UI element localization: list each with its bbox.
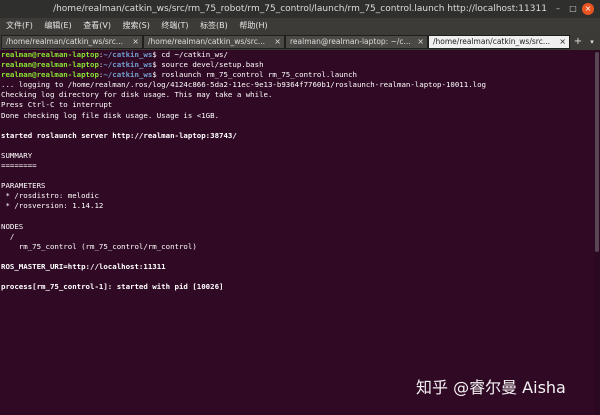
terminal-line: realman@realman-laptop:~/catkin_ws$ sour… (1, 60, 594, 70)
output-line: Done checking log file disk usage. Usage… (1, 110, 220, 120)
output-line: Press Ctrl-C to interrupt (1, 100, 113, 110)
terminal-scrollbar[interactable] (594, 50, 600, 415)
tab-label: /home/realman/catkin_ws/src... (148, 37, 265, 46)
tab-label: realman@realman-laptop: ~/c... (290, 37, 411, 46)
menu-help[interactable]: 帮助(H) (239, 18, 267, 34)
roslaunch-server-line: started roslaunch server http://realman-… (1, 130, 237, 140)
summary-heading: SUMMARY (1, 150, 33, 160)
summary-underline: ======== (1, 161, 37, 171)
tab-2[interactable]: /home/realman/catkin_ws/src... × (143, 35, 285, 49)
terminal-output[interactable]: realman@realman-laptop:~/catkin_ws$ cd ~… (0, 50, 594, 415)
tab-close-icon[interactable]: × (274, 36, 281, 48)
tab-bar: /home/realman/catkin_ws/src... × /home/r… (0, 34, 600, 50)
parameter-rosversion: * /rosversion: 1.14.12 (1, 201, 104, 211)
window-title: /home/realman/catkin_ws/src/rm_75_robot/… (53, 4, 547, 14)
parameter-rosdistro: * /rosdistro: melodic (1, 191, 99, 201)
menu-view[interactable]: 查看(V) (83, 18, 111, 34)
command-text: $ roslaunch rm_75_control rm_75_control.… (152, 70, 357, 80)
minimize-button[interactable]: – (552, 3, 564, 15)
prompt-path: ~/catkin_ws (103, 50, 153, 59)
terminal-line: realman@realman-laptop:~/catkin_ws$ cd ~… (1, 50, 594, 60)
maximize-button[interactable]: □ (567, 3, 579, 15)
tab-close-icon[interactable]: × (132, 36, 139, 48)
tab-4-active[interactable]: /home/realman/catkin_ws/src... × (428, 35, 570, 49)
log-path-line: ... logging to /home/realman/.ros/log/41… (1, 80, 486, 90)
menu-tabs[interactable]: 标签(B) (200, 18, 228, 34)
close-button[interactable]: × (582, 3, 594, 15)
title-bar: /home/realman/catkin_ws/src/rm_75_robot/… (0, 0, 600, 18)
menu-terminal[interactable]: 终端(T) (161, 18, 188, 34)
prompt-path: ~/catkin_ws (103, 70, 153, 80)
tab-list-chevron-down-icon[interactable]: ▾ (586, 35, 598, 49)
terminal-line: realman@realman-laptop:~/catkin_ws$ rosl… (1, 70, 594, 80)
terminal-window: /home/realman/catkin_ws/src/rm_75_robot/… (0, 0, 600, 415)
parameters-heading: PARAMETERS (1, 181, 46, 191)
prompt-user: realman@realman-laptop (1, 60, 99, 70)
menu-bar: 文件(F) 编辑(E) 查看(V) 搜索(S) 终端(T) 标签(B) 帮助(H… (0, 18, 600, 34)
tab-1[interactable]: /home/realman/catkin_ws/src... × (1, 35, 143, 49)
new-tab-plus-icon[interactable]: + (572, 35, 584, 49)
scrollbar-thumb[interactable] (595, 52, 599, 252)
command-text: $ cd ~/catkin_ws/ (152, 50, 228, 59)
tab-label: /home/realman/catkin_ws/src... (6, 37, 123, 46)
tab-close-icon[interactable]: × (417, 36, 424, 48)
menu-search[interactable]: 搜索(S) (123, 18, 150, 34)
tab-close-icon[interactable]: × (559, 36, 566, 48)
output-line: Checking log directory for disk usage. T… (1, 90, 273, 100)
menu-edit[interactable]: 编辑(E) (44, 18, 71, 34)
prompt-user: realman@realman-laptop (1, 70, 99, 80)
ros-master-uri-line: ROS_MASTER_URI=http://localhost:11311 (1, 261, 166, 271)
command-text: $ source devel/setup.bash (152, 60, 264, 70)
node-entry: rm_75_control (rm_75_control/rm_control) (1, 241, 197, 251)
prompt-path: ~/catkin_ws (103, 60, 153, 70)
nodes-heading: NODES (1, 221, 24, 231)
tab-3[interactable]: realman@realman-laptop: ~/c... × (285, 35, 428, 49)
zhihu-watermark: 知乎 @睿尔曼 Aisha (416, 378, 566, 397)
menu-file[interactable]: 文件(F) (6, 18, 33, 34)
prompt-user: realman@realman-laptop (1, 50, 99, 59)
node-namespace: / (1, 231, 15, 241)
tab-label: /home/realman/catkin_ws/src... (433, 37, 550, 46)
process-started-line: process[rm_75_control-1]: started with p… (1, 282, 224, 292)
